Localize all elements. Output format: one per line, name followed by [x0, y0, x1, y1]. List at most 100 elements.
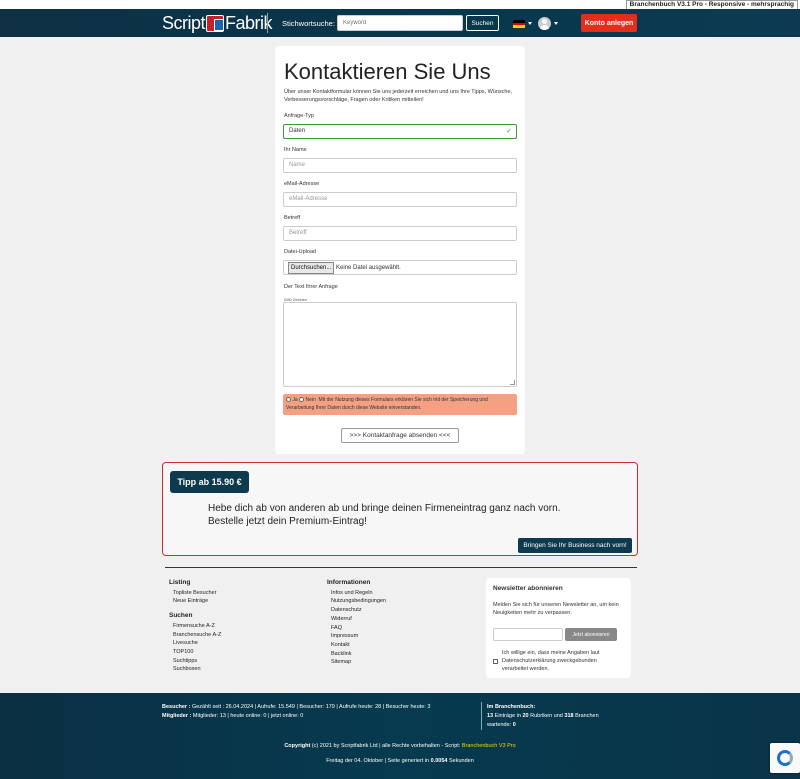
logo[interactable]: Script Fabrik — [162, 12, 273, 33]
industries-text: Branchen — [573, 713, 599, 719]
newsletter-box: Newsletter abonnieren Melden Sie sich fü… — [486, 578, 631, 678]
members-stats: Mitglieder: 13 | heute online: 0 | jetzt… — [192, 713, 304, 719]
promo-line-1: Hebe dich ab von anderen ab und bringe d… — [208, 503, 561, 514]
newsletter-consent-text: Ich willige ein, dass meine Angaben laut… — [502, 650, 600, 672]
footer-link[interactable]: Sitemap — [327, 658, 386, 667]
waiting-count: 0 — [512, 722, 516, 728]
newsletter-heading: Newsletter abonnieren — [493, 585, 563, 592]
submit-button[interactable]: >>> Kontaktanfrage absenden <<< — [341, 428, 459, 443]
footer-link[interactable]: FAQ — [327, 624, 386, 633]
check-icon: ✓ — [506, 128, 512, 135]
promo-price-tag: Tipp ab 15.90 € — [170, 471, 249, 493]
directory-label: Im Branchenbuch: — [487, 704, 536, 710]
register-button[interactable]: Konto anlegen — [581, 14, 637, 32]
footer-link[interactable]: Branchensuche A-Z — [169, 631, 221, 640]
visitors-stats: Gezählt seit : 26.04.2024 | Aufrufe: 15.… — [191, 704, 431, 710]
subject-input[interactable]: Betreff — [283, 226, 517, 241]
subscribe-button[interactable]: Jetzt abonnieren — [565, 628, 617, 641]
chevron-down-icon[interactable] — [528, 22, 532, 25]
copyright-label: Copyright — [284, 743, 311, 749]
newsletter-description: Melden Sie sich für unseren Newsletter a… — [493, 602, 619, 616]
generation-unit: Sekunden — [447, 758, 474, 764]
members-label: Mitglieder : — [162, 713, 192, 719]
copyright-text: (c) 2021 by Scriptfabrik Ltd | alle Rech… — [310, 743, 462, 749]
newsletter-consent-checkbox[interactable] — [493, 659, 498, 664]
name-label: Ihr Name — [284, 147, 307, 153]
generation-time: 0.0054 — [430, 758, 448, 764]
email-label: eMail-Adresse — [284, 181, 320, 187]
footer-info-column: Informationen Infos und Regeln Nutzungsb… — [327, 579, 386, 667]
name-input[interactable]: Name — [283, 158, 517, 173]
footer-listing-column: Listing Topliste Besucher Neue Einträge … — [169, 579, 221, 674]
email-input[interactable]: eMail-Adresse — [283, 192, 517, 207]
upload-label: Datei-Upload — [284, 249, 317, 255]
footer-link[interactable]: Firmensuche A-Z — [169, 622, 221, 631]
footer-separator — [481, 702, 482, 730]
site-footer: Besucher : Gezählt seit : 26.04.2024 | A… — [0, 693, 800, 779]
script-link[interactable]: Branchenbuch V3 Pro — [462, 743, 516, 749]
footer-stats: Besucher : Gezählt seit : 26.04.2024 | A… — [162, 703, 430, 721]
date-text: Freitag der 04. Oktober | Seite generier… — [326, 758, 431, 764]
recaptcha-badge[interactable] — [770, 743, 800, 773]
page-title: Kontaktieren Sie Uns — [284, 59, 491, 84]
footer-link[interactable]: Suchtipps — [169, 657, 221, 666]
footer-link[interactable]: Impressum — [327, 632, 386, 641]
footer-link[interactable]: TOP100 — [169, 648, 221, 657]
premium-promo: Tipp ab 15.90 € Hebe dich ab von anderen… — [162, 462, 638, 556]
request-type-value: Daten — [289, 128, 306, 134]
footer-link[interactable]: Kontakt — [327, 641, 386, 650]
consent-yes-label: Ja — [292, 397, 298, 403]
footer-link[interactable]: Infos und Regeln — [327, 589, 386, 598]
footer-link[interactable]: Widerruf — [327, 615, 386, 624]
consent-text: Mit der Nutzung dieses Formulars erkläre… — [286, 397, 488, 411]
entries-text: Einträge in — [493, 713, 523, 719]
listing-heading: Listing — [169, 579, 191, 586]
upload-status: Keine Datei ausgewählt. — [336, 265, 401, 271]
visitors-label: Besucher : — [162, 704, 191, 710]
consent-no-radio[interactable] — [299, 397, 305, 402]
contact-form-card: Kontaktieren Sie Uns Über unser Kontaktf… — [275, 46, 525, 454]
recaptcha-icon — [777, 750, 793, 766]
german-flag-icon[interactable] — [513, 20, 525, 28]
consent-no-label: Nein — [305, 397, 316, 403]
info-heading: Informationen — [327, 579, 371, 586]
promo-button[interactable]: Bringen Sie Ihr Business nach vorn! — [518, 538, 632, 553]
resize-handle-icon[interactable] — [510, 380, 515, 385]
request-type-label: Anfrage-Typ — [284, 113, 314, 119]
waiting-label: wartende: — [487, 722, 513, 728]
file-upload-field[interactable]: Durchsuchen... Keine Datei ausgewählt. — [283, 260, 517, 275]
search-input[interactable] — [337, 15, 463, 31]
subject-label: Betreff — [284, 215, 301, 221]
logo-icon — [206, 14, 225, 32]
navbar: Script Fabrik Stichwortsuche: Suchen Kon… — [0, 9, 800, 37]
footer-link[interactable]: Suchboxen — [169, 665, 221, 674]
footer-divider — [165, 567, 637, 568]
footer-link[interactable]: Topliste Besucher — [169, 589, 221, 598]
generation-info: Freitag der 04. Oktober | Seite generier… — [0, 758, 800, 764]
browse-button[interactable]: Durchsuchen... — [288, 262, 335, 274]
footer-link[interactable]: Backlink — [327, 650, 386, 659]
copyright: Copyright (c) 2021 by Scriptfabrik Ltd |… — [0, 743, 800, 749]
search-heading: Suchen — [169, 612, 193, 620]
consent-yes-radio[interactable] — [286, 397, 291, 402]
categories-text: Rubriken und — [528, 713, 565, 719]
logo-fabrik-text: Fabrik — [225, 12, 273, 33]
search-label: Stichwortsuche: — [282, 19, 335, 28]
footer-link[interactable]: Livesuche — [169, 639, 221, 648]
user-avatar-icon[interactable] — [538, 17, 551, 30]
search-button[interactable]: Suchen — [466, 15, 499, 31]
form-intro: Über unser Kontaktformular können Sie un… — [284, 89, 513, 103]
message-label: Der Text Ihrer Anfrage — [284, 284, 338, 290]
industry-count: 318 — [564, 713, 574, 719]
request-type-select[interactable]: Daten ✓ — [283, 124, 517, 139]
newsletter-email-input[interactable] — [493, 628, 563, 641]
footer-link[interactable]: Nutzungsbedingungen — [327, 597, 386, 606]
promo-line-2: Bestelle jetzt dein Premium-Eintrag! — [208, 516, 367, 527]
chevron-down-icon[interactable] — [554, 22, 558, 25]
footer-link[interactable]: Datenschutz — [327, 606, 386, 615]
message-textarea[interactable] — [283, 302, 517, 387]
footer-link[interactable]: Neue Einträge — [169, 597, 221, 606]
logo-divider — [267, 13, 268, 33]
promo-text: Hebe dich ab von anderen ab und bringe d… — [208, 502, 560, 528]
top-strip: Branchenbuch V3.1 Pro - Responsive - meh… — [0, 0, 800, 10]
